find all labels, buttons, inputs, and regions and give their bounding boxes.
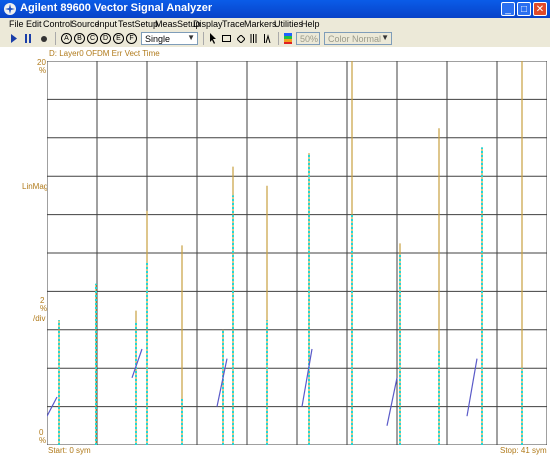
maximize-button[interactable]: □ (517, 2, 531, 16)
trace-d-button[interactable]: D (100, 33, 111, 44)
trace-e-button[interactable]: E (113, 33, 124, 44)
pause-icon (25, 34, 31, 43)
y-bottom-unit: % (39, 436, 47, 445)
menu-help[interactable]: Help (301, 19, 320, 29)
color-bar-icon (284, 33, 292, 44)
y-div-label: /div (33, 314, 46, 323)
play-button[interactable] (8, 32, 20, 45)
window-title: Agilent 89600 Vector Signal Analyzer (20, 2, 213, 14)
chevron-down-icon: ▼ (187, 33, 195, 42)
x-stop-label: Stop: 41 sym (500, 446, 547, 455)
minimize-button[interactable]: _ (501, 2, 515, 16)
menu-source[interactable]: Source (71, 19, 100, 29)
color-mode-select[interactable]: Color Normal ▼ (324, 32, 392, 45)
color-palette-button[interactable] (283, 32, 293, 45)
band-marker-button[interactable] (248, 32, 259, 45)
pointer-tool-button[interactable] (207, 32, 218, 45)
record-button[interactable] (38, 32, 50, 45)
chevron-down-icon: ▼ (381, 33, 389, 42)
menu-utilities[interactable]: Utilities (274, 19, 303, 29)
toolbar-separator (203, 32, 204, 45)
menu-file[interactable]: File (9, 19, 24, 29)
trace-display: D: Layer0 OFDM Err Vect Time 20 % LinMag… (0, 47, 550, 465)
record-icon (41, 35, 47, 42)
zoom-field-value: 50% (300, 33, 319, 44)
peak-marker-icon (264, 34, 271, 43)
menu-edit[interactable]: Edit (26, 19, 42, 29)
mode-select[interactable]: Single ▼ (141, 32, 198, 45)
y-scale-name: LinMag (22, 182, 49, 191)
zoom-field[interactable]: 50% (296, 32, 320, 45)
y-top-unit: % (39, 66, 47, 75)
title-bar: Agilent 89600 Vector Signal Analyzer _ □… (0, 0, 550, 18)
close-button[interactable]: ✕ (533, 2, 547, 16)
play-icon (11, 34, 17, 43)
x-start-label: Start: 0 sym (48, 446, 91, 455)
diamond-icon (236, 34, 245, 43)
pause-button[interactable] (22, 32, 34, 45)
menu-bar: File Edit Control Source Input TestSetup… (0, 18, 550, 30)
toolbar-separator (278, 32, 279, 45)
menu-input[interactable]: Input (97, 19, 117, 29)
toolbar-separator (55, 32, 56, 45)
menu-display[interactable]: Display (193, 19, 223, 29)
trace-plot[interactable] (47, 61, 547, 445)
peak-marker-button[interactable] (262, 32, 273, 45)
color-mode-value: Color Normal (328, 33, 382, 44)
marker-tool-button[interactable] (235, 32, 246, 45)
toolbar: A B C D E F Single ▼ 50% Color Normal ▼ (0, 30, 550, 48)
menu-control[interactable]: Control (43, 19, 72, 29)
agilent-logo-icon (4, 3, 16, 15)
trace-f-button[interactable]: F (126, 33, 137, 44)
rectangle-icon (222, 35, 231, 42)
trace-c-button[interactable]: C (87, 33, 98, 44)
zoom-box-button[interactable] (221, 32, 232, 45)
mode-select-value: Single (145, 33, 171, 44)
trace-a-button[interactable]: A (61, 33, 72, 44)
trace-label: D: Layer0 OFDM Err Vect Time (49, 49, 160, 58)
cursor-arrow-icon (209, 33, 216, 44)
menu-trace[interactable]: Trace (222, 19, 245, 29)
trace-b-button[interactable]: B (74, 33, 85, 44)
menu-testsetup[interactable]: TestSetup (118, 19, 158, 29)
menu-markers[interactable]: Markers (244, 19, 277, 29)
band-lines-icon (250, 34, 257, 43)
